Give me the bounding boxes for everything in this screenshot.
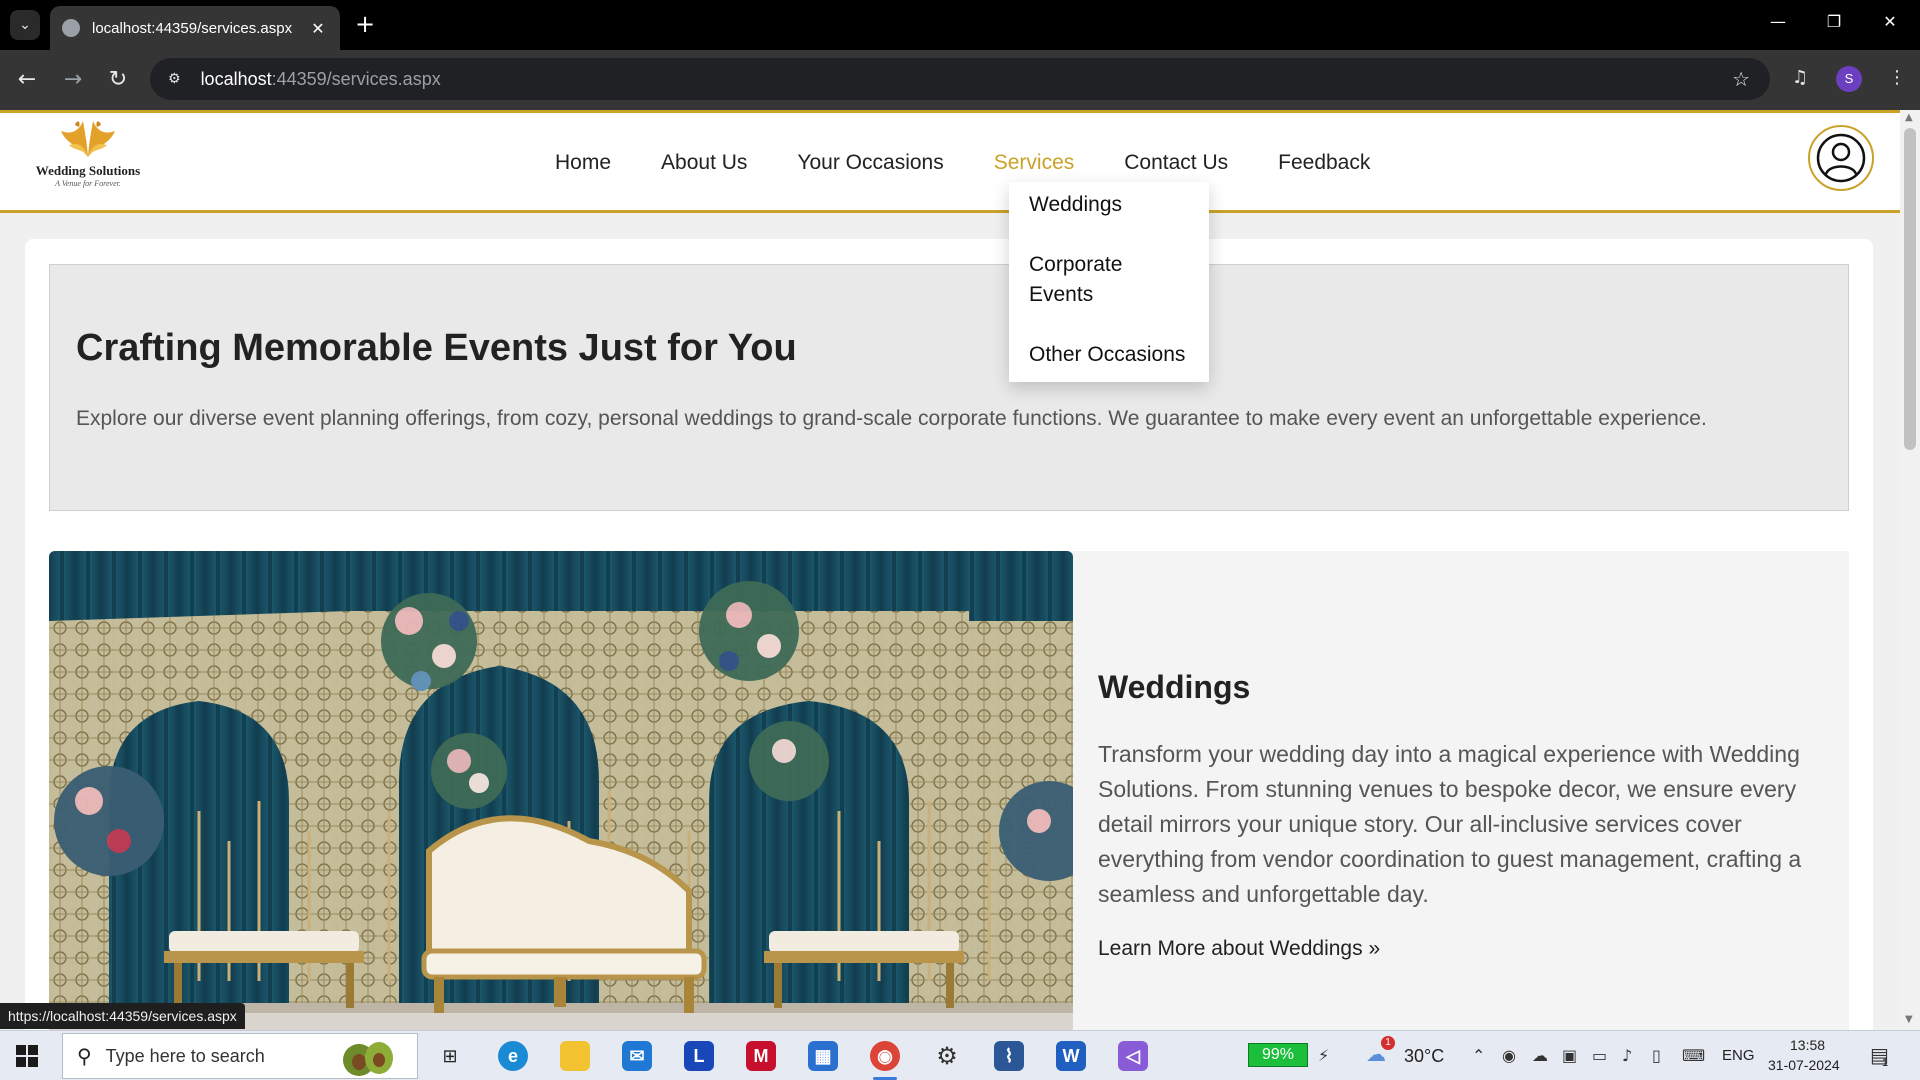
visual-studio-icon[interactable]: ◁ [1113, 1038, 1153, 1074]
display-icon[interactable]: ▣ [1562, 1046, 1577, 1065]
account-button[interactable] [1808, 125, 1874, 191]
nav-about-us[interactable]: About Us [661, 151, 747, 175]
taskbar-search-input[interactable]: ⚲ Type here to search [62, 1033, 418, 1079]
wedding-stage-image [49, 551, 1073, 1030]
clock-time[interactable]: 13:58 [1790, 1037, 1825, 1053]
phone-link-icon[interactable]: ▯ [1652, 1046, 1661, 1065]
nav-feedback[interactable]: Feedback [1278, 151, 1370, 175]
hero-text: Explore our diverse event planning offer… [76, 407, 1707, 430]
learn-more-weddings-link[interactable]: Learn More about Weddings » [1098, 937, 1380, 961]
hero-section: Crafting Memorable Events Just for You E… [49, 264, 1849, 511]
profile-avatar[interactable]: S [1836, 66, 1862, 92]
browser-tab-bar: ⌄ localhost:44359/services.aspx ✕ + — ❐ … [0, 0, 1920, 50]
nav-contact-us[interactable]: Contact Us [1124, 151, 1228, 175]
tab-search-button[interactable]: ⌄ [10, 10, 40, 40]
browser-tab[interactable]: localhost:44359/services.aspx ✕ [50, 6, 340, 50]
site-info-icon[interactable]: ⚙ [168, 71, 181, 87]
avocado-search-highlight-icon [343, 1042, 393, 1076]
link-status-tooltip: https://localhost:44359/services.aspx [0, 1003, 245, 1029]
chrome-icon[interactable]: ◉ [865, 1038, 905, 1080]
dropdown-item-corporate-events[interactable]: Corporate Events [1029, 250, 1189, 340]
scrollbar-thumb[interactable] [1904, 128, 1916, 450]
page-title: Crafting Memorable Events Just for You [76, 327, 797, 369]
butterfly-logo-icon [61, 121, 115, 157]
content-card: Crafting Memorable Events Just for You E… [25, 239, 1873, 1030]
site-header: Wedding Solutions A Venue for Forever. H… [0, 113, 1900, 213]
menu-kebab-icon[interactable]: ⋮ [1888, 67, 1906, 88]
tab-title: localhost:44359/services.aspx [92, 19, 293, 37]
store-icon[interactable]: ▦ [803, 1038, 843, 1074]
nav-home[interactable]: Home [555, 151, 611, 175]
browser-toolbar: ← → ↻ ⚙ localhost:44359/services.aspx ☆ … [0, 50, 1920, 110]
service-title: Weddings [1098, 669, 1251, 705]
service-weddings: Weddings Transform your wedding day into… [49, 551, 1849, 1030]
close-window-button[interactable]: ✕ [1870, 12, 1910, 31]
logo-tagline: A Venue for Forever. [55, 179, 121, 188]
word-icon[interactable]: W [1051, 1038, 1091, 1074]
services-dropdown: Weddings Corporate Events Other Occasion… [1009, 182, 1209, 382]
bookmark-star-icon[interactable]: ☆ [1732, 67, 1750, 91]
weather-temperature[interactable]: 30°C [1404, 1046, 1444, 1067]
mcafee-icon[interactable]: M [741, 1038, 781, 1074]
address-bar[interactable]: ⚙ localhost:44359/services.aspx ☆ [150, 58, 1770, 100]
search-icon: ⚲ [77, 1044, 92, 1068]
sql-app-icon[interactable]: ⌇ [989, 1038, 1029, 1074]
chevron-up-icon[interactable]: ⌃ [1472, 1046, 1485, 1065]
settings-icon[interactable]: ⚙ [927, 1038, 967, 1074]
battery-icon[interactable]: ▭ [1592, 1046, 1607, 1065]
dropdown-item-other-occasions[interactable]: Other Occasions [1029, 340, 1189, 370]
task-view-icon[interactable]: ⊞ [430, 1038, 470, 1074]
globe-icon [62, 19, 80, 37]
record-icon[interactable]: ◉ [1502, 1046, 1516, 1065]
user-icon [1816, 133, 1866, 183]
edge-icon[interactable]: e [493, 1038, 533, 1074]
weather-alert-badge: 1 [1381, 1036, 1395, 1050]
new-tab-button[interactable]: + [352, 12, 378, 38]
scroll-up-arrow-icon[interactable]: ▲ [1905, 112, 1913, 123]
language-indicator[interactable]: ENG [1722, 1047, 1755, 1064]
onedrive-icon[interactable]: ☁ [1532, 1046, 1548, 1065]
reload-button[interactable]: ↻ [103, 66, 133, 96]
notification-count: 1 [1882, 1057, 1889, 1069]
clock-date[interactable]: 31-07-2024 [1768, 1057, 1840, 1073]
scroll-down-arrow-icon[interactable]: ▼ [1905, 1014, 1913, 1025]
restore-window-button[interactable]: ❐ [1814, 12, 1854, 31]
plug-icon: ⚡ [1318, 1046, 1330, 1065]
search-placeholder: Type here to search [105, 1045, 265, 1066]
main-nav: Home About Us Your Occasions Services Co… [555, 151, 1420, 175]
battery-indicator[interactable]: 99% [1248, 1043, 1308, 1067]
windows-taskbar: ⚲ Type here to search ⊞ e ✉ L M ▦ ◉ ⚙ ⌇ … [0, 1030, 1920, 1080]
logo-name: Wedding Solutions [35, 163, 141, 178]
file-explorer-icon[interactable] [555, 1038, 595, 1074]
page-viewport: Wedding Solutions A Venue for Forever. H… [0, 110, 1920, 1030]
l-app-icon[interactable]: L [679, 1038, 719, 1074]
speaker-icon[interactable]: ♪ [1622, 1046, 1632, 1065]
mail-icon[interactable]: ✉ [617, 1038, 657, 1074]
dropdown-item-weddings[interactable]: Weddings [1029, 190, 1189, 250]
service-description: Transform your wedding day into a magica… [1098, 741, 1802, 907]
back-button[interactable]: ← [12, 66, 42, 96]
keyboard-icon[interactable]: ⌨ [1682, 1046, 1705, 1065]
page-scrollbar[interactable]: ▲ ▼ [1900, 110, 1920, 1030]
minimize-window-button[interactable]: — [1758, 12, 1798, 31]
media-controls-icon[interactable]: ♫ [1792, 67, 1808, 88]
site-logo[interactable]: Wedding Solutions A Venue for Forever. [28, 117, 148, 207]
forward-button[interactable]: → [58, 66, 88, 96]
nav-your-occasions[interactable]: Your Occasions [797, 151, 943, 175]
close-tab-icon[interactable]: ✕ [308, 19, 328, 38]
windows-start-icon[interactable] [16, 1045, 38, 1067]
url-text: localhost:44359/services.aspx [200, 68, 441, 89]
nav-services[interactable]: Services [994, 151, 1075, 175]
